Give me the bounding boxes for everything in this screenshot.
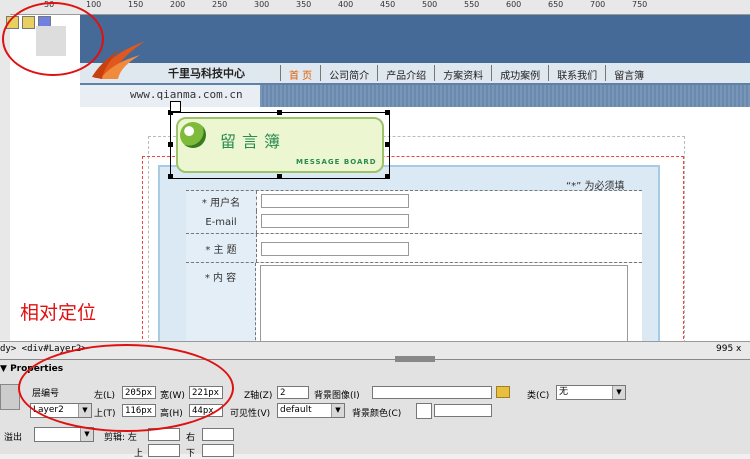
resize-handle[interactable] — [277, 110, 282, 115]
url-band-pattern — [260, 85, 750, 107]
annotation-circle — [2, 2, 104, 76]
folder-icon[interactable] — [496, 386, 510, 398]
form-label: * 内 容 — [186, 263, 256, 345]
selected-layer[interactable] — [168, 110, 390, 179]
form-cell — [257, 211, 642, 233]
form-row: * 主 题 — [186, 234, 642, 263]
nav-item-about[interactable]: 公司简介 — [320, 65, 377, 82]
panel-grip[interactable] — [395, 356, 435, 362]
nav-item-products[interactable]: 产品介绍 — [377, 65, 434, 82]
chevron-down-icon: ▼ — [80, 428, 93, 441]
annotation-label: 相对定位 — [20, 302, 97, 324]
ruler-tick: 100 — [86, 0, 102, 9]
form-row: * 内 容 — [186, 263, 642, 345]
ruler-tick: 400 — [338, 0, 354, 9]
site-nav: 首 页 公司简介 产品介绍 方案资料 成功案例 联系我们 留言簿 — [280, 65, 652, 83]
email-input[interactable] — [261, 214, 409, 228]
class-value: 无 — [559, 387, 569, 397]
layer-thumb-icon — [0, 384, 20, 410]
site-url: www.qianma.com.cn — [130, 88, 243, 101]
company-name: 千里马科技中心 — [168, 67, 245, 80]
form-label: * 主 题 — [186, 234, 257, 262]
header-banner — [80, 15, 750, 63]
ruler-tick: 700 — [590, 0, 606, 9]
z-index-label: Z轴(Z) — [244, 391, 273, 401]
subject-input[interactable] — [261, 242, 409, 256]
visibility-value: default — [280, 405, 312, 415]
nav-item-cases[interactable]: 成功案例 — [491, 65, 548, 82]
horizontal-ruler: 50 100 150 200 250 300 350 400 450 500 5… — [0, 0, 750, 15]
chevron-down-icon: ▼ — [612, 386, 625, 399]
class-label: 类(C) — [527, 391, 550, 401]
form-row: * 用户名 — [186, 190, 642, 212]
nav-item-guestbook[interactable]: 留言簿 — [605, 65, 652, 82]
resize-handle[interactable] — [168, 142, 173, 147]
ruler-tick: 350 — [296, 0, 312, 9]
bg-color-input[interactable] — [434, 404, 492, 417]
form-cell — [257, 234, 642, 262]
bg-image-input[interactable] — [372, 386, 492, 399]
ruler-tick: 450 — [380, 0, 396, 9]
ruler-tick: 300 — [254, 0, 270, 9]
form-label: * 用户名 — [186, 191, 257, 211]
content-textarea[interactable] — [260, 265, 628, 345]
class-select[interactable]: 无 ▼ — [556, 385, 626, 400]
ruler-tick: 650 — [548, 0, 564, 9]
layer-select-handle[interactable] — [170, 101, 181, 112]
bg-image-label: 背景图像(I) — [314, 391, 360, 401]
clip-right-input[interactable] — [202, 428, 234, 441]
site-header: 千里马科技中心 首 页 公司简介 产品介绍 方案资料 成功案例 联系我们 留言簿… — [80, 15, 750, 107]
bg-color-label: 背景颜色(C) — [352, 409, 402, 419]
ruler-tick: 500 — [422, 0, 438, 9]
resize-handle[interactable] — [277, 174, 282, 179]
ruler-tick: 550 — [464, 0, 480, 9]
form-cell — [257, 191, 642, 211]
ruler-tick: 250 — [212, 0, 228, 9]
clip-bottom-label: 下 — [186, 449, 196, 459]
form-label: E-mail — [186, 211, 257, 233]
resize-handle[interactable] — [385, 110, 390, 115]
resize-handle[interactable] — [168, 174, 173, 179]
ruler-tick: 750 — [632, 0, 648, 9]
clip-top-label: 上 — [134, 449, 144, 459]
clip-bottom-input[interactable] — [202, 444, 234, 457]
form-cell — [256, 263, 642, 345]
visibility-label: 可见性(V) — [230, 409, 271, 419]
visibility-select[interactable]: default ▼ — [277, 403, 345, 418]
chevron-down-icon: ▼ — [331, 404, 344, 417]
z-index-input[interactable]: 2 — [277, 386, 309, 399]
nav-item-home[interactable]: 首 页 — [280, 65, 320, 82]
nav-item-contact[interactable]: 联系我们 — [548, 65, 605, 82]
clip-top-input[interactable] — [148, 444, 180, 457]
overflow-select[interactable]: ▼ — [34, 427, 94, 442]
window-size[interactable]: 995 x — [716, 344, 741, 354]
color-swatch[interactable] — [416, 403, 432, 419]
overflow-label: 溢出 — [4, 433, 23, 443]
nav-item-solutions[interactable]: 方案资料 — [434, 65, 491, 82]
resize-handle[interactable] — [385, 174, 390, 179]
username-input[interactable] — [261, 194, 409, 208]
ruler-tick: 200 — [170, 0, 186, 9]
ruler-tick: 150 — [128, 0, 144, 9]
annotation-circle — [18, 344, 234, 432]
clip-right-label: 右 — [186, 433, 196, 443]
ruler-tick: 600 — [506, 0, 522, 9]
form-row: E-mail — [186, 211, 642, 234]
resize-handle[interactable] — [385, 142, 390, 147]
